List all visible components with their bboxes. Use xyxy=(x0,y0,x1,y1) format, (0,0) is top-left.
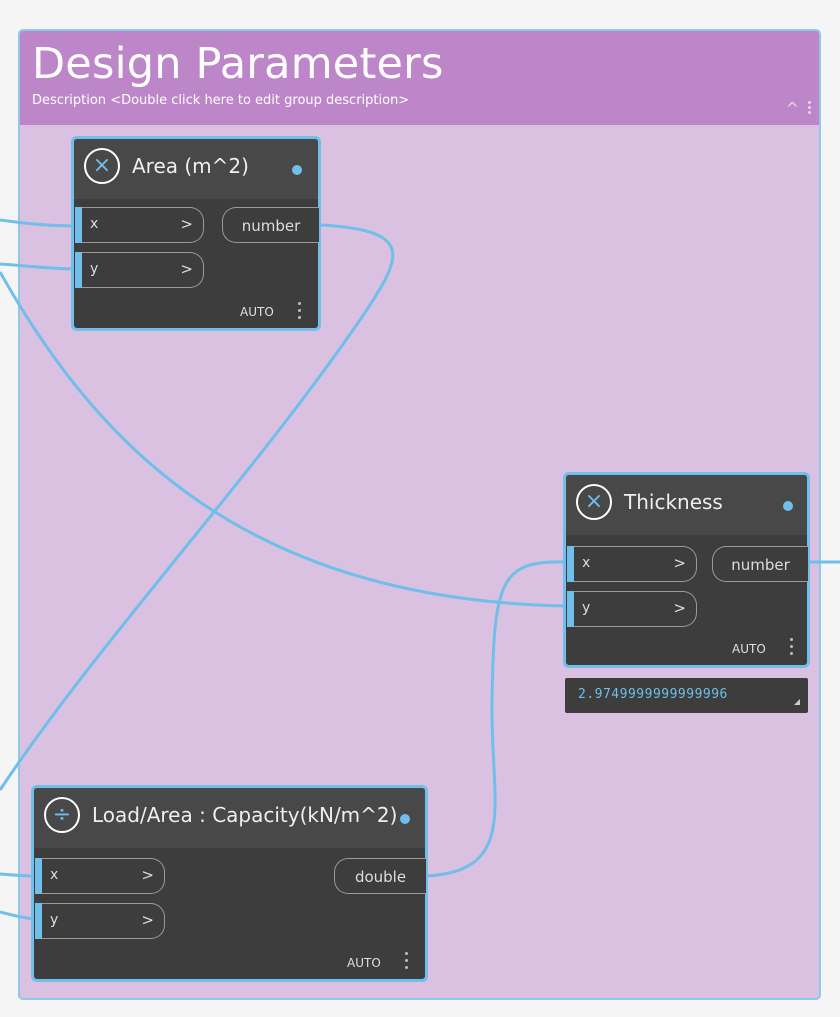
port-indicator xyxy=(75,207,82,243)
lacing-label[interactable]: AUTO xyxy=(347,956,381,970)
port-label: x xyxy=(50,867,59,883)
input-port-x[interactable]: x > xyxy=(35,858,165,894)
wire-into-capacity-y[interactable] xyxy=(0,910,35,921)
multiply-icon: × xyxy=(84,148,120,184)
wire-into-capacity-x[interactable] xyxy=(0,872,35,878)
node-header[interactable]: × Thickness xyxy=(566,475,807,535)
port-arrow-icon: > xyxy=(141,911,154,929)
input-port-x[interactable]: x > xyxy=(567,546,697,582)
node-title[interactable]: Load/Area : Capacity(kN/m^2) xyxy=(92,803,397,827)
port-label: y xyxy=(90,261,99,277)
node-header[interactable]: ÷ Load/Area : Capacity(kN/m^2) xyxy=(34,788,425,848)
port-label: y xyxy=(50,912,59,928)
node-menu-icon[interactable] xyxy=(405,952,409,973)
port-indicator xyxy=(75,252,82,288)
port-label: x xyxy=(582,555,591,571)
port-label: x xyxy=(90,216,99,232)
preview-value: 2.9749999999999996 xyxy=(578,687,728,702)
port-arrow-icon: > xyxy=(141,866,154,884)
lacing-label[interactable]: AUTO xyxy=(732,642,766,656)
preview-dot-icon[interactable] xyxy=(400,814,410,824)
input-port-y[interactable]: y > xyxy=(35,903,165,939)
output-port[interactable]: number xyxy=(222,207,319,243)
port-indicator xyxy=(35,903,42,939)
node-title[interactable]: Area (m^2) xyxy=(132,154,249,178)
port-arrow-icon: > xyxy=(673,554,686,572)
output-port[interactable]: double xyxy=(334,858,426,894)
port-arrow-icon: > xyxy=(673,599,686,617)
port-label: number xyxy=(241,217,301,235)
node-header[interactable]: × Area (m^2) xyxy=(74,139,318,199)
expand-preview-icon[interactable] xyxy=(794,699,800,705)
wire-into-area-x[interactable] xyxy=(0,218,77,228)
wire-capacity-output[interactable] xyxy=(427,560,568,878)
divide-icon: ÷ xyxy=(44,797,80,833)
node-menu-icon[interactable] xyxy=(298,302,302,323)
input-port-y[interactable]: y > xyxy=(567,591,697,627)
port-indicator xyxy=(567,546,574,582)
port-label: y xyxy=(582,600,591,616)
node-capacity[interactable]: ÷ Load/Area : Capacity(kN/m^2) x > y > d… xyxy=(31,785,428,982)
preview-dot-icon[interactable] xyxy=(783,501,793,511)
node-menu-icon[interactable] xyxy=(790,638,794,659)
input-port-x[interactable]: x > xyxy=(75,207,204,243)
node-title[interactable]: Thickness xyxy=(624,490,723,514)
port-arrow-icon: > xyxy=(180,260,193,278)
port-indicator xyxy=(35,858,42,894)
node-area[interactable]: × Area (m^2) x > y > number AUTO xyxy=(71,136,321,331)
port-label: number xyxy=(731,556,790,574)
preview-dot-icon[interactable] xyxy=(292,165,302,175)
wire-into-area-y[interactable] xyxy=(0,262,77,271)
lacing-label[interactable]: AUTO xyxy=(240,305,274,319)
node-preview-bubble[interactable]: 2.9749999999999996 xyxy=(565,678,808,713)
port-label: double xyxy=(354,868,407,886)
node-thickness[interactable]: × Thickness x > y > number AUTO xyxy=(563,472,810,668)
port-indicator xyxy=(567,591,574,627)
input-port-y[interactable]: y > xyxy=(75,252,204,288)
port-arrow-icon: > xyxy=(180,215,193,233)
multiply-icon: × xyxy=(576,484,612,520)
output-port[interactable]: number xyxy=(712,546,808,582)
